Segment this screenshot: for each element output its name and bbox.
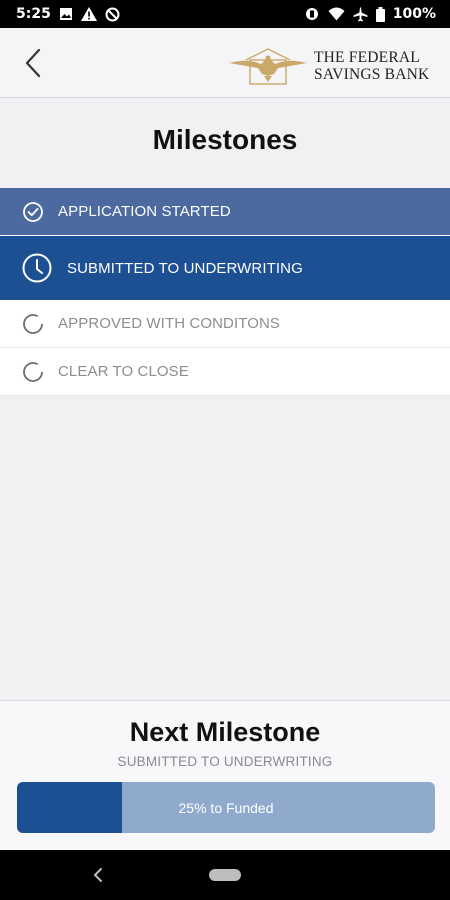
airplane-icon bbox=[353, 7, 368, 22]
battery-icon bbox=[375, 6, 385, 22]
home-pill-icon[interactable] bbox=[209, 869, 241, 881]
logo-line-1: THE FEDERAL bbox=[314, 49, 420, 66]
funding-progress-bar: 25% to Funded bbox=[17, 782, 435, 833]
milestone-label: APPROVED WITH CONDITONS bbox=[58, 315, 281, 332]
milestone-item-clear-to-close[interactable]: CLEAR TO CLOSE bbox=[0, 348, 450, 396]
check-circle-icon bbox=[22, 201, 44, 223]
app-header: THE FEDERAL SAVINGS BANK bbox=[0, 28, 450, 98]
logo-text: THE FEDERAL SAVINGS BANK bbox=[314, 49, 429, 83]
vibrate-icon bbox=[304, 7, 320, 21]
next-milestone-title: Next Milestone bbox=[129, 717, 321, 747]
chevron-left-icon bbox=[24, 48, 42, 78]
milestone-label: SUBMITTED TO UNDERWRITING bbox=[67, 259, 303, 277]
next-milestone-panel: Next Milestone SUBMITTED TO UNDERWRITING… bbox=[0, 700, 450, 850]
bank-logo: THE FEDERAL SAVINGS BANK bbox=[228, 46, 438, 86]
sync-disabled-icon bbox=[105, 7, 120, 22]
milestone-label: CLEAR TO CLOSE bbox=[58, 363, 189, 380]
status-time: 5:25 bbox=[16, 6, 51, 22]
progress-label: 25% to Funded bbox=[178, 799, 274, 816]
eagle-house-icon bbox=[228, 46, 308, 86]
dashed-circle-icon bbox=[22, 313, 44, 335]
clock-icon bbox=[21, 252, 53, 284]
back-button[interactable] bbox=[18, 46, 48, 80]
milestone-list: APPLICATION STARTED SUBMITTED TO UNDERWR… bbox=[0, 188, 450, 396]
wifi-icon bbox=[328, 7, 345, 21]
milestone-item-submitted-to-underwriting[interactable]: SUBMITTED TO UNDERWRITING bbox=[0, 236, 450, 300]
page-title: Milestones bbox=[152, 124, 298, 155]
battery-percent: 100% bbox=[392, 6, 436, 22]
milestone-label: APPLICATION STARTED bbox=[58, 203, 231, 220]
alert-icon bbox=[80, 7, 97, 21]
image-icon bbox=[59, 7, 73, 21]
dashed-circle-icon bbox=[22, 361, 44, 383]
status-bar: 5:25 100% bbox=[0, 0, 450, 28]
next-milestone-name: SUBMITTED TO UNDERWRITING bbox=[117, 754, 333, 769]
nav-back-icon bbox=[93, 868, 103, 882]
nav-back-button[interactable] bbox=[88, 864, 108, 886]
status-left: 5:25 bbox=[16, 6, 120, 22]
milestone-item-approved-with-conditions[interactable]: APPROVED WITH CONDITONS bbox=[0, 300, 450, 348]
system-nav-bar bbox=[0, 850, 450, 900]
logo-line-2: SAVINGS BANK bbox=[314, 66, 430, 83]
milestone-item-application-started[interactable]: APPLICATION STARTED bbox=[0, 188, 450, 236]
status-right: 100% bbox=[304, 6, 436, 22]
